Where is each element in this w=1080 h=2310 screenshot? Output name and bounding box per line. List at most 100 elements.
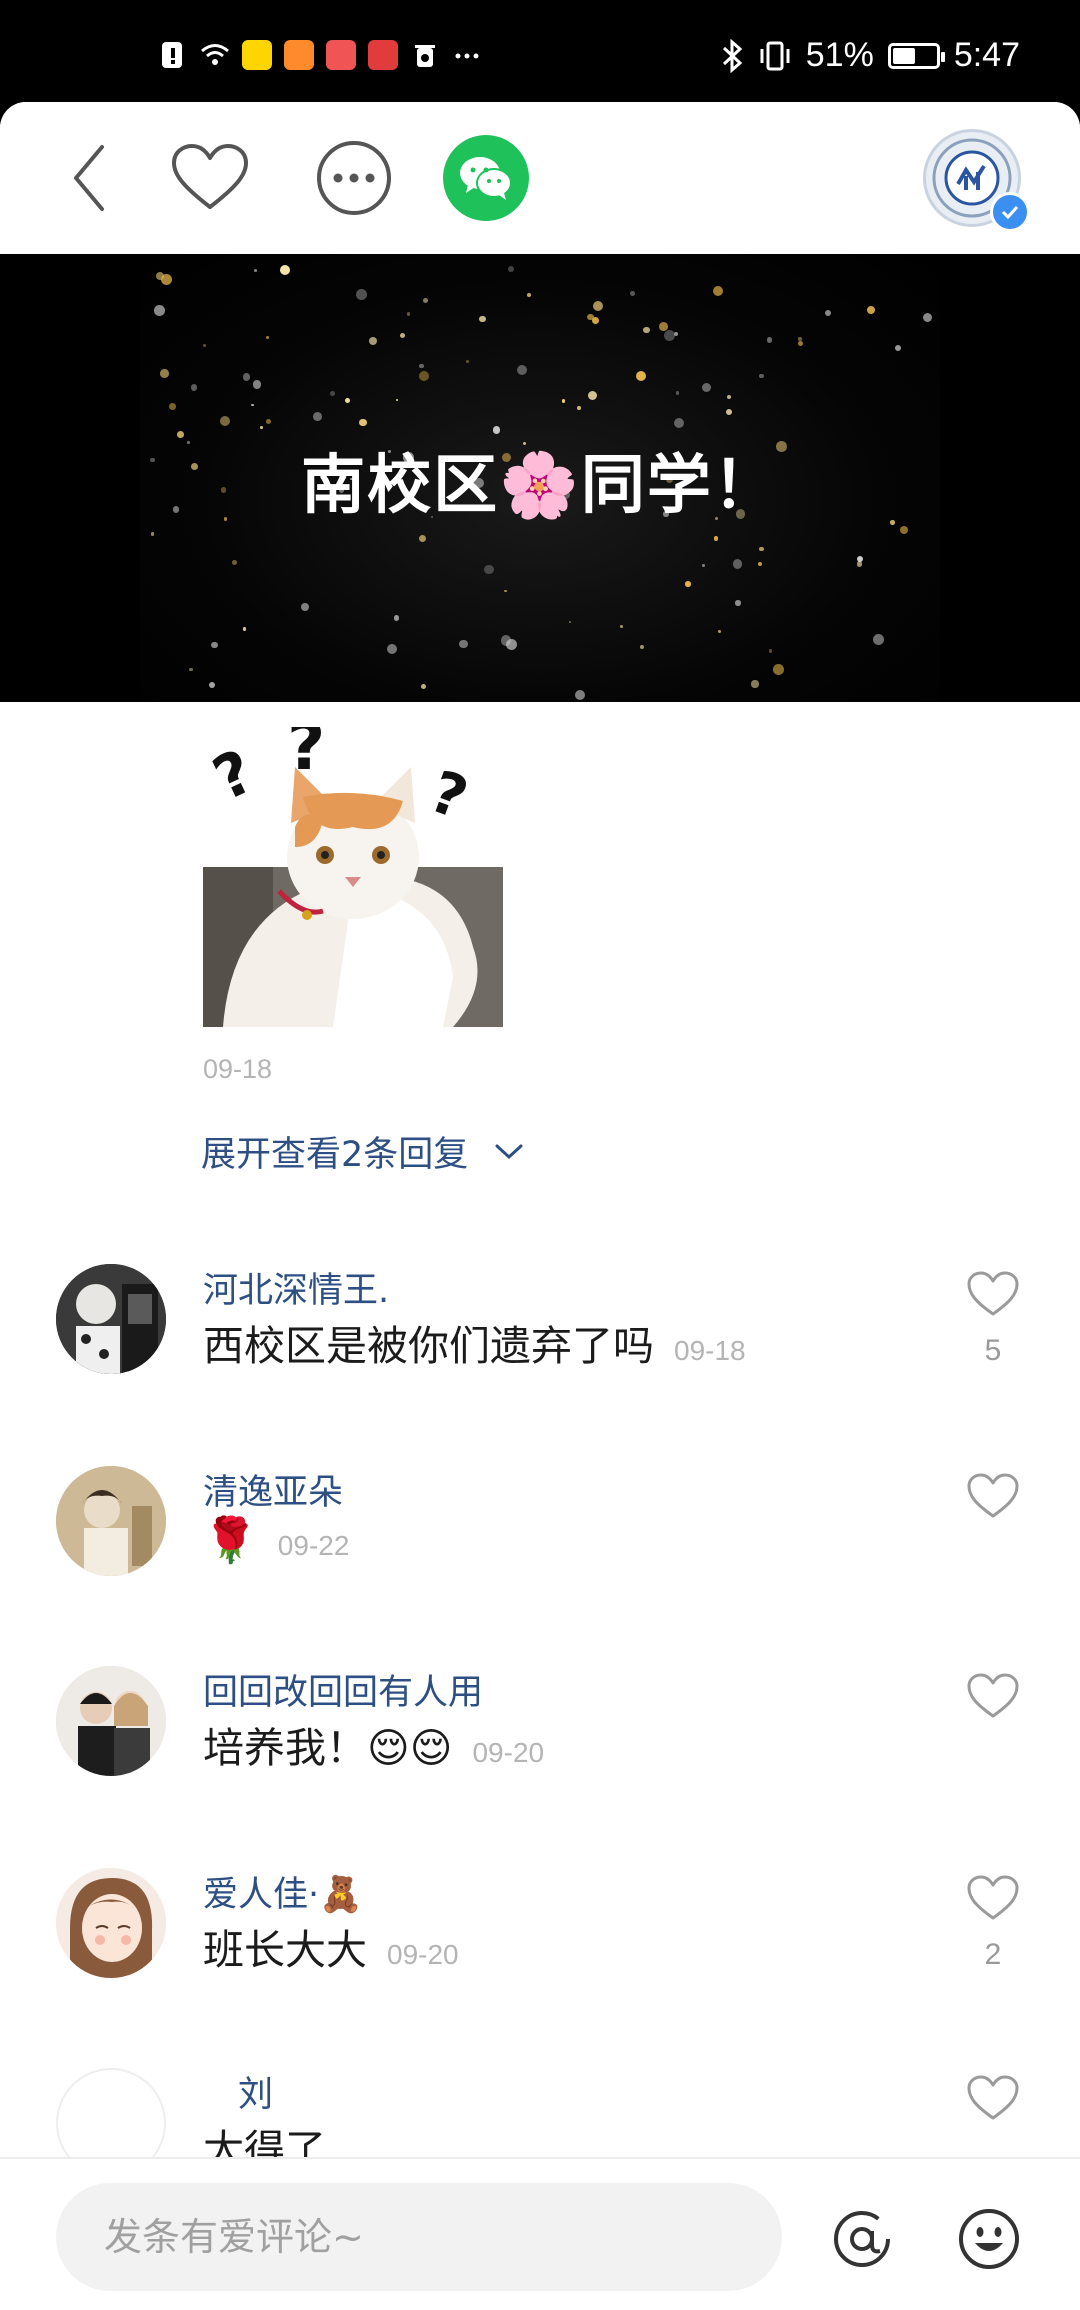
check-icon [1001,205,1019,219]
more-notifications-icon [455,53,479,59]
avatar[interactable] [56,1264,166,1374]
star-particle [684,581,691,587]
back-button[interactable] [60,138,120,218]
star-particle [576,406,581,411]
like-icon[interactable] [966,1270,1020,1318]
star-particle [406,312,410,316]
star-particle [418,370,429,381]
notification-icons [158,40,482,70]
expand-replies-button[interactable]: 展开查看2条回复 [201,1126,524,1177]
more-button[interactable] [312,136,396,220]
avatar[interactable] [56,1666,166,1776]
video-caption: 南校区🌸同学！ [301,449,779,523]
expand-replies-label: 展开查看2条回复 [201,1135,469,1175]
comment-author[interactable]: 清逸亚朵 [203,1464,343,1515]
star-particle [507,265,515,272]
star-particle [150,532,155,536]
battery-percent: 51% [805,36,874,74]
comment-text: 培养我！😌😌 [203,1724,453,1772]
star-particle [203,344,207,347]
comment-item[interactable]: 清逸亚朵 🌹 09-22 [0,1454,1080,1644]
comment-item[interactable]: 回回改回回有人用 培养我！😌😌 09-20 [0,1654,1080,1844]
like-icon[interactable] [966,1672,1020,1720]
comment-author[interactable]: 刘 [238,2066,273,2117]
avatar-image [56,1264,166,1374]
star-particle [492,426,501,434]
verified-badge [990,192,1030,232]
comment-author[interactable]: 爱人佳·🧸 [203,1866,363,1917]
yy-app-icon [242,40,272,70]
cat-sticker-image[interactable]: ? ? ? [203,727,503,1027]
star-particle [759,546,764,552]
star-particle [732,559,743,569]
star-particle [866,305,875,314]
wifi-icon [201,44,229,65]
status-bar: 51% 5:47 [0,0,1080,104]
star-particle [190,384,198,391]
star-particle [766,337,773,343]
avatar-image [56,1666,166,1776]
comment-input-bar [0,2157,1080,2310]
star-particle [768,649,772,653]
video-player[interactable]: 南校区🌸同学！ [0,254,1080,702]
comment-date: 09-18 [674,1335,746,1366]
comment-author[interactable]: 回回改回回有人用 [203,1664,483,1715]
comment-author[interactable]: 河北深情王. [203,1262,389,1313]
star-particle [630,291,635,296]
huawei-app-icon [368,40,398,70]
star-particle [154,305,165,316]
comment-text: 班长大大 [203,1926,367,1974]
comment-input[interactable] [56,2183,782,2291]
like-icon[interactable] [966,1472,1020,1520]
comment-body: 培养我！😌😌 09-20 [203,1714,544,1774]
star-particle [675,391,680,395]
avatar-image [56,1466,166,1576]
wechat-icon [460,157,512,200]
star-particle [208,682,215,689]
favorite-button[interactable] [168,138,252,218]
bluetooth-icon [722,38,742,73]
star-particle [702,382,712,392]
system-status: 51% 5:47 [720,36,1020,75]
comment-body: 班长大大 09-20 [203,1916,459,1976]
star-particle [465,359,469,363]
comment-item[interactable]: 河北深情王. 西校区是被你们遗弃了吗 09-18 5 [0,1252,1080,1442]
mention-icon[interactable] [830,2207,894,2271]
like-count: 5 [984,1334,1002,1367]
top-toolbar [0,102,1080,254]
battery-fill [892,47,915,64]
star-particle [797,336,802,341]
cat-sticker: ? ? ? [203,727,503,1027]
star-particle [478,315,486,323]
star-particle [161,274,173,286]
like-icon[interactable] [966,1874,1020,1922]
star-particle [189,667,193,672]
star-particle [713,536,718,541]
more-icon [317,141,391,215]
star-particle [772,664,784,675]
star-particle [751,680,759,688]
star-particle [168,403,176,411]
star-particle [243,627,247,631]
comment-body: 西校区是被你们遗弃了吗 09-18 [203,1312,746,1372]
emoji-icon[interactable] [957,2207,1021,2271]
comment-body: 🌹 09-22 [203,1514,349,1566]
chevron-down-icon [495,1144,523,1159]
star-particle [735,600,741,606]
reply-date: 09-18 [203,1054,273,1084]
comment-item[interactable]: 爱人佳·🧸 班长大大 09-20 2 [0,1856,1080,2046]
svg-text:?: ? [421,757,476,832]
star-particle [856,561,863,567]
svg-text:?: ? [287,727,325,785]
wechat-share-button[interactable] [443,135,529,221]
avatar[interactable] [56,1466,166,1576]
clock: 5:47 [953,36,1020,74]
account-avatar-button[interactable] [920,126,1030,232]
like-icon[interactable] [966,2074,1020,2122]
star-particle [500,635,512,646]
video-app-icon [284,40,314,70]
star-particle [759,373,764,379]
star-particle [312,412,322,422]
star-particle [419,363,424,369]
avatar[interactable] [56,1868,166,1978]
